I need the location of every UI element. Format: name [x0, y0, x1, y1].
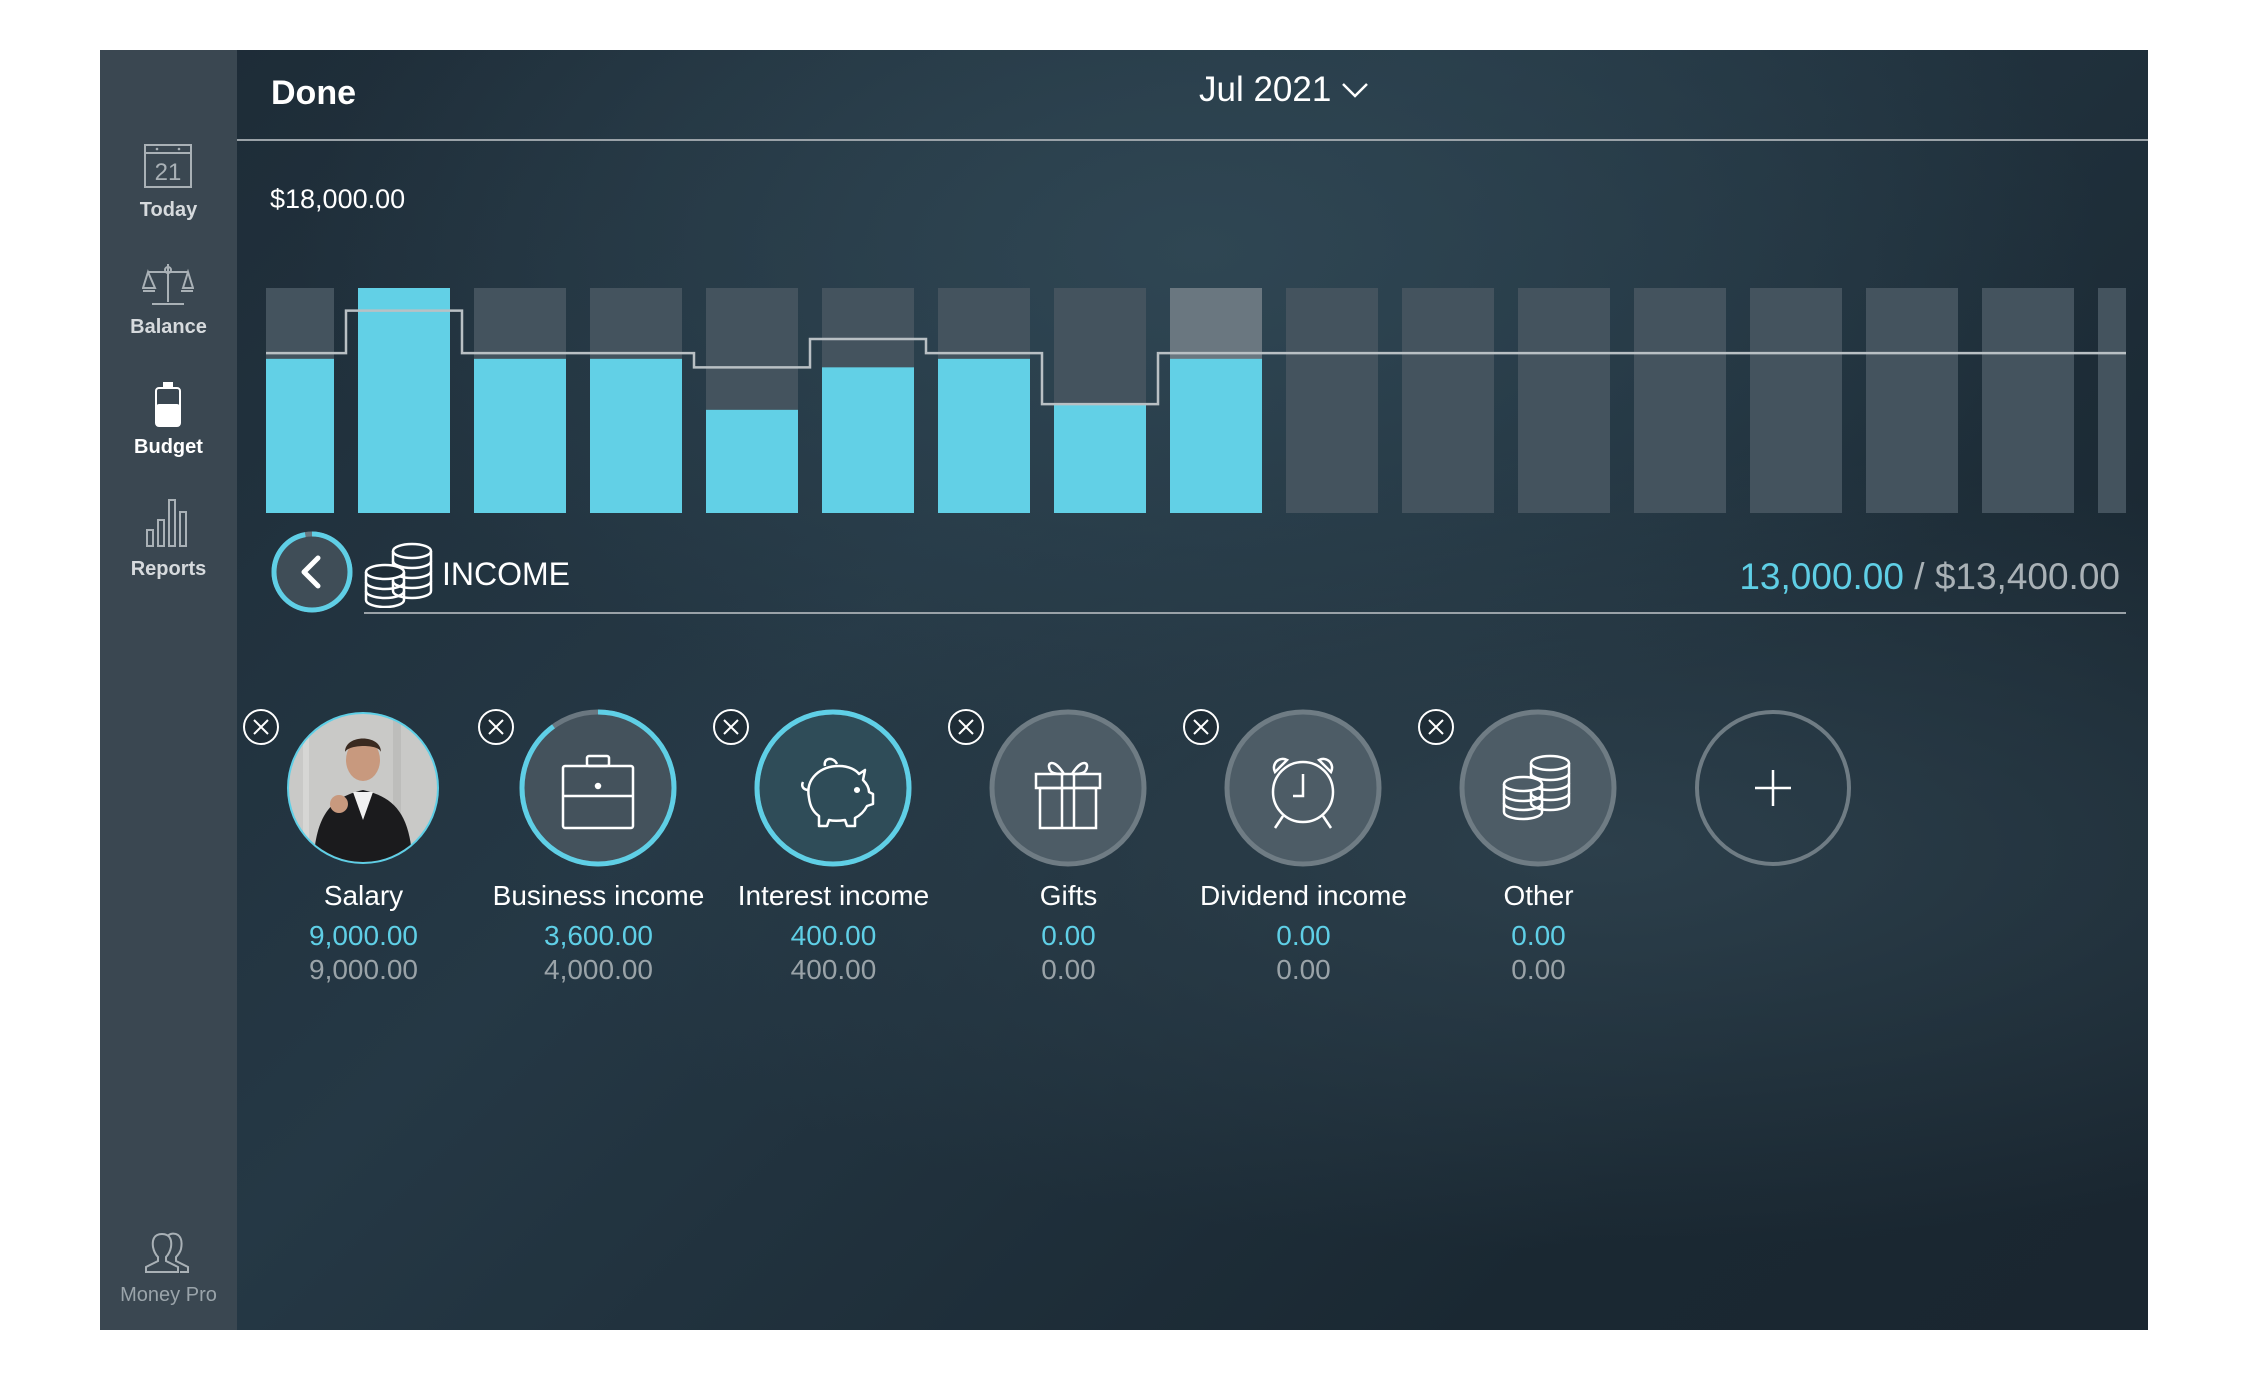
- tile-name: Salary: [323, 880, 404, 911]
- sidebar-item-money-pro[interactable]: Money Pro: [100, 1230, 237, 1330]
- remove-icon[interactable]: [712, 708, 750, 746]
- tile-name: Other: [1503, 880, 1574, 911]
- tile-actual: 0.00: [1276, 920, 1331, 951]
- progress-circle: [754, 709, 912, 867]
- tile-budget: 4,000.00: [544, 954, 653, 985]
- tile-budget: 0.00: [1041, 954, 1096, 985]
- tile-other[interactable]: Other 0.00 0.00: [1418, 708, 1656, 1008]
- add-circle: [1695, 710, 1851, 866]
- tile-actual: 0.00: [1041, 920, 1096, 951]
- users-icon: [145, 1232, 189, 1273]
- bar-background[interactable]: [1634, 288, 1726, 513]
- budget-bar-chart: [266, 288, 2126, 513]
- bar-actual[interactable]: [822, 367, 914, 513]
- bar-actual[interactable]: [474, 358, 566, 513]
- remove-icon[interactable]: [1182, 708, 1220, 746]
- sidebar-item-label: Budget: [134, 436, 203, 458]
- calendar-icon: 21: [144, 144, 192, 188]
- tile-name: Dividend income: [1200, 880, 1407, 911]
- bar-actual[interactable]: [590, 358, 682, 513]
- category-header: INCOME 13,000.00 / $13,400.00: [266, 528, 2126, 618]
- sidebar-item-budget[interactable]: Budget: [100, 380, 237, 480]
- category-actual: 13,000.00: [1739, 556, 1904, 597]
- bar-background[interactable]: [1866, 288, 1958, 513]
- back-button[interactable]: [270, 530, 354, 614]
- sidebar-item-label: Reports: [130, 558, 207, 580]
- remove-icon[interactable]: [477, 708, 515, 746]
- category-amounts: 13,000.00 / $13,400.00: [1739, 556, 2120, 598]
- tile-actual: 3,600.00: [544, 920, 653, 951]
- tile-budget: 9,000.00: [309, 954, 418, 985]
- tile-gifts[interactable]: Gifts 0.00 0.00: [948, 708, 1186, 1008]
- coins-icon: [364, 542, 433, 608]
- tile-name: Business income: [492, 880, 705, 911]
- bar-actual[interactable]: [1170, 358, 1262, 513]
- tile-name: Interest income: [737, 880, 930, 911]
- bar-chart-icon: [146, 499, 187, 547]
- sidebar-item-balance[interactable]: Balance: [100, 258, 237, 358]
- sidebar-item-reports[interactable]: Reports: [100, 498, 237, 598]
- bar-actual[interactable]: [266, 358, 334, 513]
- add-subcategory-button[interactable]: [1656, 708, 1891, 1008]
- divider: [364, 612, 2126, 614]
- tile-name: Gifts: [1039, 880, 1098, 911]
- sidebar-item-label: Balance: [130, 316, 207, 338]
- tile-budget: 400.00: [790, 954, 877, 985]
- bar-background[interactable]: [1286, 288, 1378, 513]
- remove-icon[interactable]: [1417, 708, 1455, 746]
- svg-text:21: 21: [155, 159, 182, 186]
- bar-background[interactable]: [1750, 288, 1842, 513]
- tile-budget: 0.00: [1511, 954, 1566, 985]
- tile-actual: 9,000.00: [309, 920, 418, 951]
- tile-business-income[interactable]: Business income 3,600.00 4,000.00: [478, 708, 716, 1008]
- battery-icon: [155, 382, 181, 427]
- scales-icon: [142, 264, 194, 305]
- sidebar-item-label: Money Pro: [120, 1284, 217, 1306]
- salary-photo-avatar: [287, 712, 439, 864]
- period-label: Jul 2021: [1199, 70, 1332, 109]
- progress-circle: [1224, 709, 1382, 867]
- period-selector[interactable]: Jul 2021: [1199, 70, 1369, 110]
- progress-circle: [989, 709, 1147, 867]
- chevron-down-icon: [1342, 83, 1369, 98]
- tile-actual: 400.00: [790, 920, 877, 951]
- bar-actual[interactable]: [358, 288, 450, 513]
- category-title: INCOME: [442, 556, 570, 592]
- sidebar-item-label: Today: [139, 199, 198, 221]
- bar-actual[interactable]: [706, 409, 798, 513]
- app-window: 21 Today Balance Budget Reports Money Pr…: [100, 50, 2148, 1330]
- tile-actual: 0.00: [1511, 920, 1566, 951]
- header: Done Jul 2021 ?: [237, 50, 2148, 141]
- plus-icon: [1755, 770, 1791, 806]
- progress-circle: [519, 709, 677, 867]
- tile-dividend-income[interactable]: Dividend income 0.00 0.00: [1183, 708, 1421, 1008]
- remove-icon[interactable]: [242, 708, 280, 746]
- amount-separator: /: [1903, 556, 1935, 597]
- bar-actual[interactable]: [938, 358, 1030, 513]
- bar-background[interactable]: [1518, 288, 1610, 513]
- done-button[interactable]: Done: [271, 74, 356, 113]
- sidebar: 21 Today Balance Budget Reports Money Pr…: [100, 50, 237, 1330]
- chart-max-label: $18,000.00: [270, 184, 406, 214]
- tile-budget: 0.00: [1276, 954, 1331, 985]
- category-budget: $13,400.00: [1934, 556, 2120, 597]
- tile-salary[interactable]: Salary 9,000.00 9,000.00: [243, 708, 481, 1008]
- sidebar-item-today[interactable]: 21 Today: [100, 142, 237, 242]
- tile-interest-income[interactable]: Interest income 400.00 400.00: [713, 708, 951, 1008]
- bar-background[interactable]: [1402, 288, 1494, 513]
- bar-actual[interactable]: [1054, 404, 1146, 513]
- bar-background[interactable]: [2098, 288, 2126, 513]
- progress-circle: [1459, 709, 1617, 867]
- bar-background[interactable]: [1982, 288, 2074, 513]
- remove-icon[interactable]: [947, 708, 985, 746]
